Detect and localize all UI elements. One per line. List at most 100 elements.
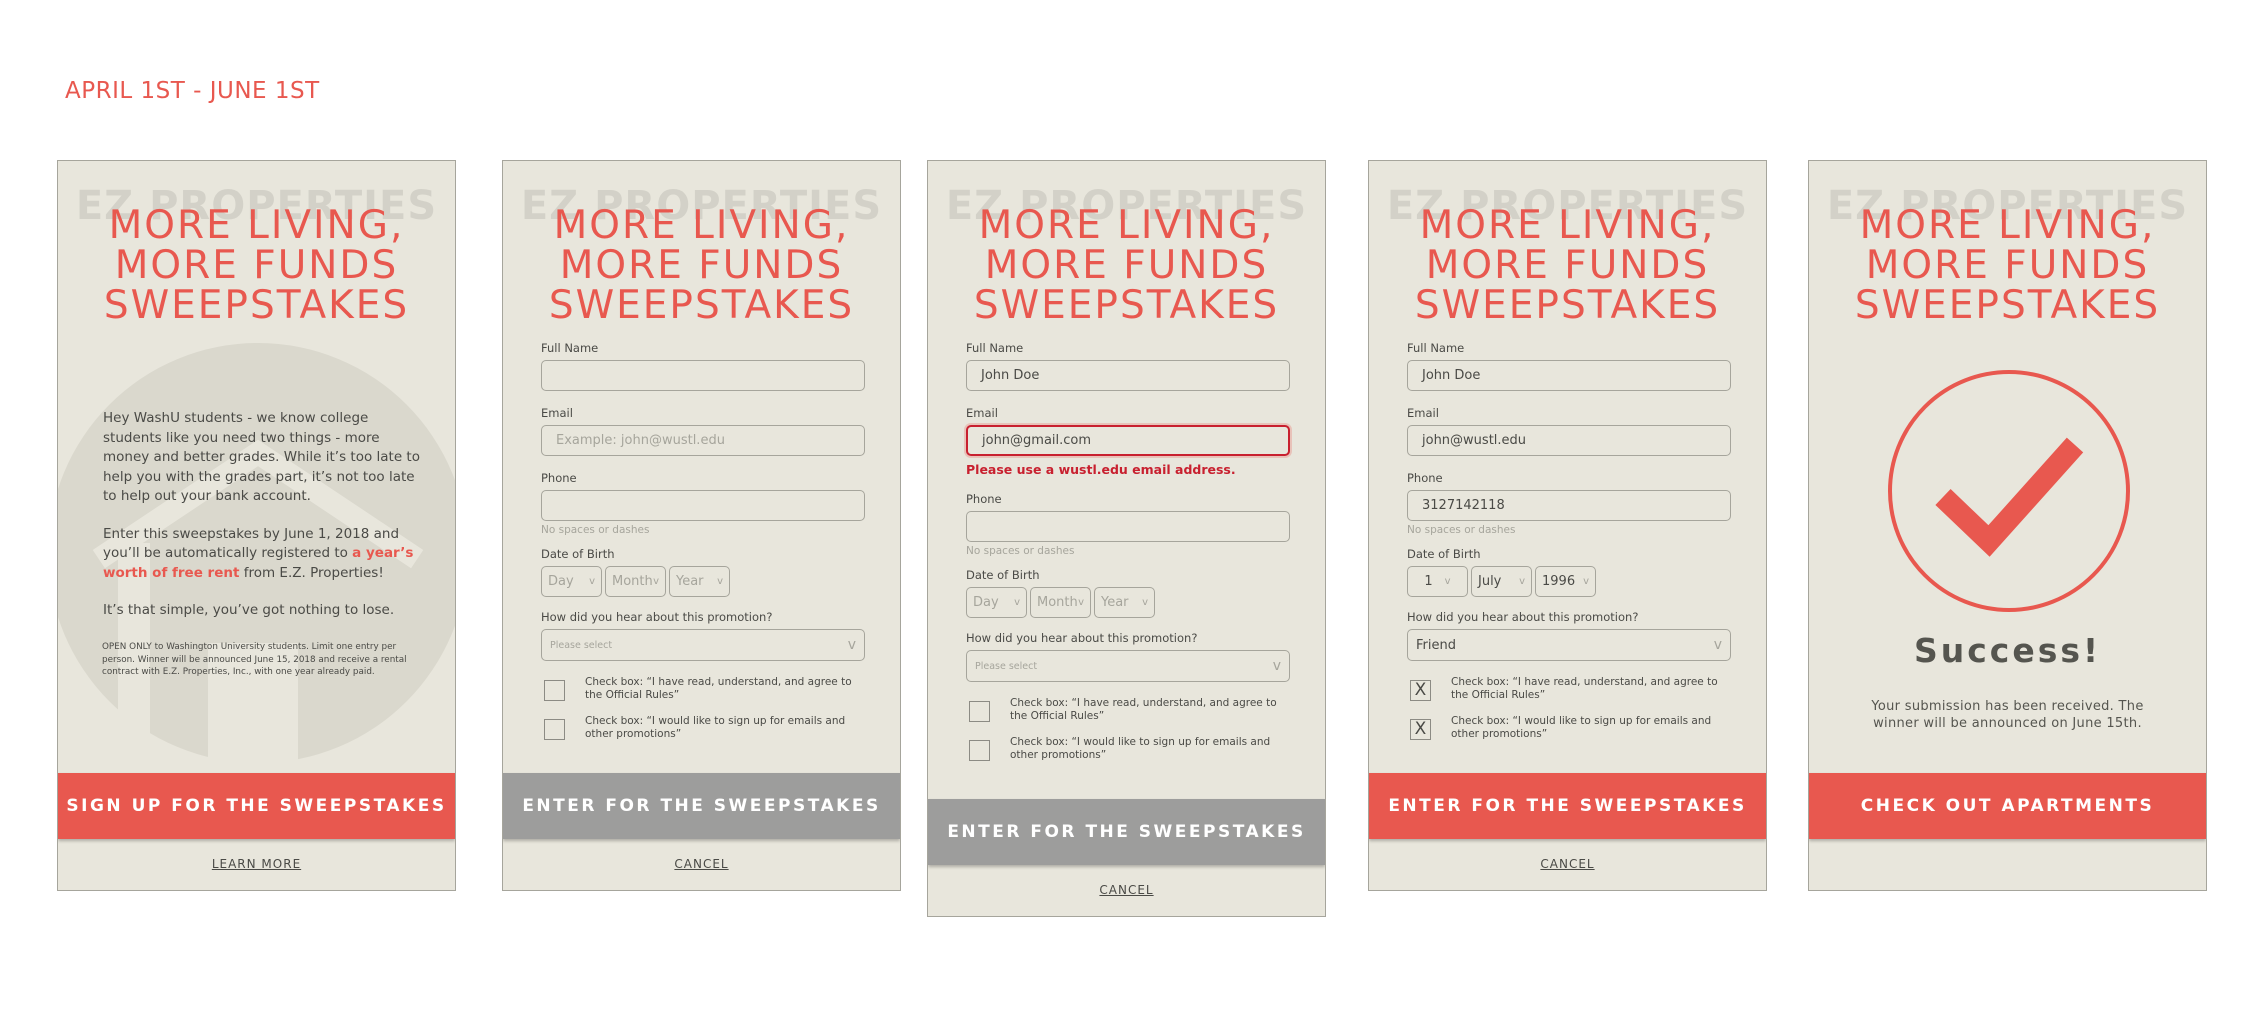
dob-field: Date of Birth Day v Month v Year v [541, 547, 865, 597]
email-label: Email [1407, 406, 1439, 420]
rules-checkbox[interactable] [969, 701, 990, 722]
how-hear-field: How did you hear about this promotion? P… [966, 631, 1290, 682]
day-select[interactable]: Day v [966, 587, 1027, 618]
headline: MORE LIVING, MORE FUNDS SWEEPSTAKES [1369, 206, 1766, 326]
emails-checkbox-label: Check box: “I would like to sign up for … [1451, 715, 1712, 740]
phone-field: Phone No spaces or dashes [966, 492, 1290, 557]
emails-checkbox[interactable] [969, 740, 990, 761]
headline-line-3: SWEEPSTAKES [973, 283, 1280, 328]
emails-checkbox[interactable] [544, 719, 565, 740]
enter-sweepstakes-button[interactable]: ENTER FOR THE SWEEPSTAKES [1369, 773, 1766, 839]
month-select[interactable]: July v [1471, 566, 1532, 597]
month-value: July [1478, 574, 1502, 589]
emails-checkbox-label: Check box: “I would like to sign up for … [1010, 736, 1271, 761]
how-hear-select[interactable]: Friend v [1407, 629, 1731, 661]
phone-field: Phone 3127142118 No spaces or dashes [1407, 471, 1731, 536]
full-name-input[interactable]: John Doe [966, 360, 1290, 391]
rules-checkbox-row: Check box: “I have read, understand, and… [541, 676, 865, 701]
month-value: Month [612, 574, 653, 589]
full-name-label: Full Name [541, 341, 599, 355]
phone-label: Phone [966, 492, 1002, 506]
headline-line-2: MORE FUNDS [1865, 243, 2150, 288]
how-hear-field: How did you hear about this promotion? P… [541, 610, 865, 661]
email-input[interactable]: Example: john@wustl.edu [541, 425, 865, 456]
headline-line-2: MORE FUNDS [114, 243, 399, 288]
enter-sweepstakes-button[interactable]: ENTER FOR THE SWEEPSTAKES [503, 773, 900, 839]
chevron-down-icon: v [1272, 658, 1281, 674]
cancel-link[interactable]: CANCEL [1369, 857, 1766, 871]
email-input[interactable]: john@wustl.edu [1407, 425, 1731, 456]
phone-input[interactable] [966, 511, 1290, 542]
headline: MORE LIVING, MORE FUNDS SWEEPSTAKES [928, 206, 1325, 326]
phone-input[interactable]: 3127142118 [1407, 490, 1731, 521]
phone-hint: No spaces or dashes [966, 545, 1075, 557]
checkmark-circle-icon [1888, 370, 2130, 612]
emails-checkbox-row: X Check box: “I would like to sign up fo… [1407, 715, 1731, 740]
learn-more-link[interactable]: LEARN MORE [58, 857, 455, 871]
how-hear-label: How did you hear about this promotion? [541, 610, 773, 624]
year-select[interactable]: Year v [1094, 587, 1155, 618]
how-hear-select[interactable]: Please select v [541, 629, 865, 661]
chevron-down-icon: v [589, 576, 595, 587]
phone-hint: No spaces or dashes [541, 524, 650, 536]
day-select[interactable]: 1v [1407, 566, 1468, 597]
phone-field: Phone No spaces or dashes [541, 471, 865, 536]
headline-line-3: SWEEPSTAKES [548, 283, 855, 328]
email-field: Email john@gmail.com Please use a wustl.… [966, 406, 1290, 477]
how-hear-label: How did you hear about this promotion? [1407, 610, 1639, 624]
error-form-screen: EZ PROPERTIES MORE LIVING, MORE FUNDS SW… [927, 160, 1326, 917]
chevron-down-icon: v [1444, 576, 1451, 587]
email-input[interactable]: john@gmail.com [966, 425, 1290, 456]
headline-line-1: MORE LIVING, [978, 203, 1275, 248]
headline-line-2: MORE FUNDS [559, 243, 844, 288]
enter-sweepstakes-button[interactable]: ENTER FOR THE SWEEPSTAKES [928, 799, 1325, 865]
rules-checkbox[interactable]: X [1410, 680, 1431, 701]
how-hear-select[interactable]: Please select v [966, 650, 1290, 682]
dob-label: Date of Birth [966, 568, 1040, 582]
check-out-apartments-button[interactable]: CHECK OUT APARTMENTS [1809, 773, 2206, 839]
full-name-input[interactable]: John Doe [1407, 360, 1731, 391]
chevron-down-icon: v [1142, 597, 1148, 608]
chevron-down-icon: v [1078, 597, 1084, 608]
emails-checkbox[interactable]: X [1410, 719, 1431, 740]
phone-input[interactable] [541, 490, 865, 521]
month-select[interactable]: Month v [1030, 587, 1091, 618]
how-hear-label: How did you hear about this promotion? [966, 631, 1198, 645]
email-field: Email Example: john@wustl.edu [541, 406, 865, 456]
email-label: Email [541, 406, 573, 420]
year-select[interactable]: Year v [669, 566, 730, 597]
headline-line-1: MORE LIVING, [553, 203, 850, 248]
day-value: 1 [1424, 574, 1433, 589]
month-value: Month [1037, 595, 1078, 610]
success-message: Your submission has been received. The w… [1871, 699, 2144, 731]
headline: MORE LIVING, MORE FUNDS SWEEPSTAKES [503, 206, 900, 326]
intro-p2-end: from E.Z. Properties! [239, 564, 384, 581]
cancel-link[interactable]: CANCEL [503, 857, 900, 871]
chevron-down-icon: v [1713, 637, 1722, 653]
dob-label: Date of Birth [1407, 547, 1481, 561]
year-select[interactable]: 1996 v [1535, 566, 1596, 597]
dob-label: Date of Birth [541, 547, 615, 561]
headline-line-2: MORE FUNDS [984, 243, 1269, 288]
full-name-input[interactable] [541, 360, 865, 391]
headline-line-3: SWEEPSTAKES [1854, 283, 2161, 328]
email-error-message: Please use a wustl.edu email address. [966, 462, 1236, 477]
day-select[interactable]: Day v [541, 566, 602, 597]
filled-form-screen: EZ PROPERTIES MORE LIVING, MORE FUNDS SW… [1368, 160, 1767, 891]
rules-checkbox-label: Check box: “I have read, understand, and… [1451, 676, 1718, 701]
sign-up-button[interactable]: SIGN UP FOR THE SWEEPSTAKES [58, 773, 455, 839]
rules-checkbox[interactable] [544, 680, 565, 701]
dob-field: Date of Birth Day v Month v Year v [966, 568, 1290, 618]
year-value: 1996 [1542, 574, 1576, 589]
phone-label: Phone [541, 471, 577, 485]
emails-checkbox-row: Check box: “I would like to sign up for … [966, 736, 1290, 761]
full-name-label: Full Name [1407, 341, 1465, 355]
headline-line-1: MORE LIVING, [1859, 203, 2156, 248]
chevron-down-icon: v [1014, 597, 1020, 608]
month-select[interactable]: Month v [605, 566, 666, 597]
headline-line-2: MORE FUNDS [1425, 243, 1710, 288]
cancel-link[interactable]: CANCEL [928, 883, 1325, 897]
year-value: Year [1101, 595, 1129, 610]
headline: MORE LIVING, MORE FUNDS SWEEPSTAKES [58, 206, 455, 326]
intro-text: Hey WashU students - we know college stu… [103, 409, 425, 639]
